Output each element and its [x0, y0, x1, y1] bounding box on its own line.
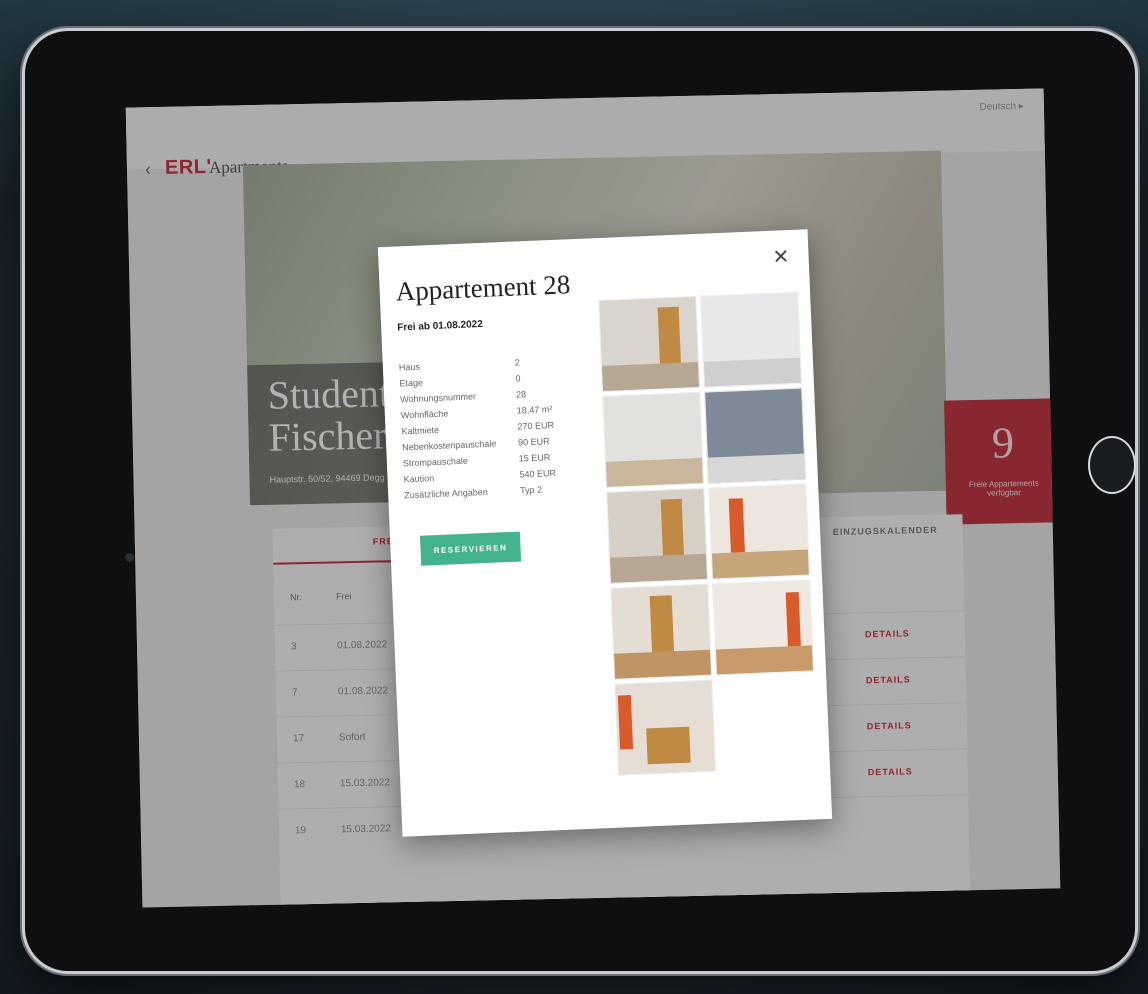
- apartment-photo[interactable]: [614, 679, 717, 776]
- attr-label: Wohnfläche: [400, 408, 449, 421]
- attr-label: Zusätzliche Angaben: [404, 486, 488, 501]
- attr-label: Strompauschale: [402, 455, 469, 469]
- apartment-photo[interactable]: [610, 583, 713, 680]
- attr-value: 18,47 m²: [516, 404, 553, 416]
- apartment-photo[interactable]: [704, 387, 806, 484]
- apartment-modal: Appartement 28 ✕ Frei ab 01.08.2022 Haus…: [377, 229, 833, 837]
- attr-value: 270 EUR: [517, 420, 555, 432]
- attr-value: Typ 2: [519, 484, 543, 496]
- attr-label: Wohnungsnummer: [400, 391, 477, 405]
- apartment-photo[interactable]: [602, 391, 705, 488]
- apartment-photo[interactable]: [708, 483, 810, 580]
- attr-value: 15 EUR: [518, 452, 551, 464]
- attr-label: Etage: [399, 377, 424, 389]
- camera-icon: [125, 553, 134, 562]
- attr-label: Kaution: [403, 473, 435, 485]
- apartment-photo[interactable]: [700, 291, 802, 388]
- modal-title: Appartement 28: [395, 269, 571, 307]
- attr-value: 28: [515, 389, 527, 400]
- apartment-photo[interactable]: [598, 295, 701, 392]
- apartment-photo[interactable]: [712, 579, 814, 676]
- attr-value: 0: [515, 373, 521, 384]
- attr-value: 2: [514, 357, 521, 368]
- attr-value: 540 EUR: [519, 468, 557, 480]
- attr-value: 90 EUR: [517, 436, 550, 448]
- apartment-photo[interactable]: [606, 487, 709, 584]
- attr-label: Nebenkostenpauschale: [402, 438, 497, 453]
- attr-label: Kaltmiete: [401, 424, 440, 437]
- reserve-button[interactable]: RESERVIEREN: [419, 531, 522, 566]
- home-button[interactable]: [1088, 436, 1136, 494]
- close-icon[interactable]: ✕: [772, 244, 790, 270]
- attr-label: Haus: [398, 361, 421, 373]
- available-from: Frei ab 01.08.2022: [397, 318, 484, 334]
